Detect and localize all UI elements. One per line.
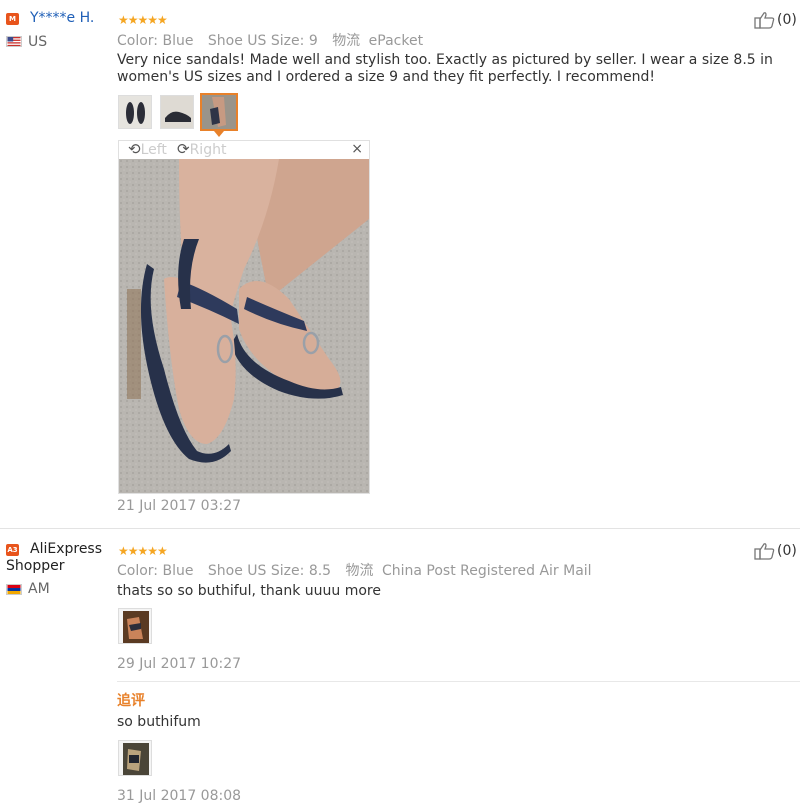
review-date: 29 Jul 2017 10:27 <box>117 656 242 672</box>
size-label: Shoe US Size: <box>207 563 305 579</box>
logistics-label: 物流 <box>345 563 374 579</box>
review-photo-thumbnail[interactable] <box>118 95 152 129</box>
review-text: thats so so buthiful, thank uuuu more <box>117 583 381 599</box>
review-photo-thumbnail-selected[interactable] <box>200 93 238 131</box>
review-item: M Y****e H. US ★★★★★ Color: Blue Shoe US… <box>0 0 800 528</box>
additional-review-date: 31 Jul 2017 08:08 <box>117 788 242 804</box>
review-item: A3 AliExpress Shopper AM ★★★★★ Color: Bl… <box>0 530 800 804</box>
rotate-right-button[interactable]: ⟳Right <box>177 141 226 159</box>
rotate-left-icon: ⟲ <box>128 140 141 158</box>
photo-viewer: ⟲Left ⟳Right × <box>118 140 370 494</box>
review-text: Very nice sandals! Made well and stylish… <box>117 52 773 85</box>
additional-photo-thumbnail[interactable] <box>118 740 152 776</box>
review-photo-thumbnail[interactable] <box>118 608 152 644</box>
color-label: Color: <box>117 33 159 49</box>
like-count: (0) <box>777 543 797 559</box>
us-flag-icon <box>6 36 22 47</box>
star-rating: ★★★★★ <box>118 544 168 558</box>
photo-viewer-toolbar: ⟲Left ⟳Right × <box>119 141 369 159</box>
review-date: 21 Jul 2017 03:27 <box>117 498 242 514</box>
reviewer-country: AM <box>28 581 50 597</box>
size-value: 9 <box>308 33 318 49</box>
am-flag-icon <box>6 584 22 595</box>
rotate-left-button[interactable]: ⟲Left <box>128 141 167 159</box>
reviewer-name[interactable]: Y****e H. <box>30 10 94 26</box>
order-info: Color: Blue Shoe US Size: 9 物流 ePacket <box>117 30 423 50</box>
order-info: Color: Blue Shoe US Size: 8.5 物流 China P… <box>117 560 592 580</box>
thumbs-up-icon[interactable] <box>754 542 776 560</box>
reviewer-country: US <box>28 34 48 50</box>
review-photo-thumbnail[interactable] <box>160 95 194 129</box>
star-rating: ★★★★★ <box>118 13 168 27</box>
logistics-label: 物流 <box>332 33 361 49</box>
thumbs-up-icon[interactable] <box>754 11 776 29</box>
rotate-right-icon: ⟳ <box>177 140 190 158</box>
logistics-value: ePacket <box>368 33 424 49</box>
size-label: Shoe US Size: <box>207 33 305 49</box>
member-level-badge: M <box>6 13 19 25</box>
selected-indicator-caret <box>214 131 224 137</box>
review-divider <box>0 528 800 529</box>
size-value: 8.5 <box>308 563 332 579</box>
color-value: Blue <box>162 563 194 579</box>
additional-review-text: so buthifum <box>117 714 201 730</box>
additional-review-label: 追评 <box>117 693 145 709</box>
review-photo-large <box>119 159 369 493</box>
close-icon[interactable]: × <box>351 142 363 157</box>
logistics-value: China Post Registered Air Mail <box>381 563 592 579</box>
rotate-right-label: Right <box>189 142 227 158</box>
like-count: (0) <box>777 12 797 28</box>
rotate-left-label: Left <box>140 142 167 158</box>
color-label: Color: <box>117 563 159 579</box>
reviewer-name: AliExpress Shopper <box>6 541 103 574</box>
additional-review-divider <box>117 681 800 682</box>
color-value: Blue <box>162 33 194 49</box>
